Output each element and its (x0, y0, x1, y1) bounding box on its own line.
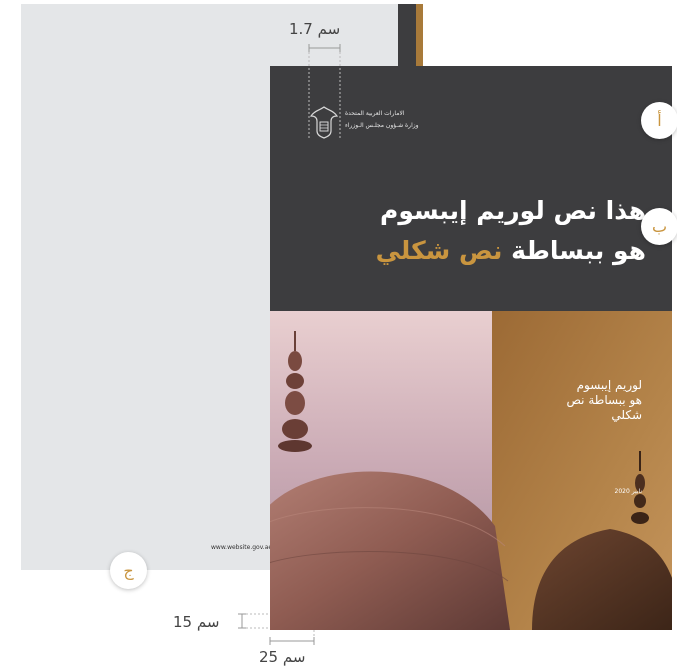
uae-emblem-icon (309, 106, 339, 139)
marker-c: ج (110, 552, 147, 589)
front-cover: الامارات العربية المتحدة وزارة شـؤون مجل… (270, 66, 672, 630)
measurement-top-label: 1.7 سم (289, 20, 341, 38)
panel-line-2: هو ببساطة نص (566, 393, 642, 407)
ministry-name-line-2: وزارة شـؤون مجلـس الـوزراء (345, 122, 419, 129)
back-gold-strip (416, 4, 423, 70)
marker-b-label: ب (651, 217, 668, 236)
mosque-dome-photo (270, 311, 672, 630)
marker-a: أ (641, 102, 677, 139)
headline-line-2-white: هو ببساطة (502, 236, 646, 265)
panel-line-3: شكلي (611, 408, 642, 422)
marker-c-label: ج (123, 561, 134, 580)
headline-line-1: هذا نص لوريم إيبسوم (380, 196, 646, 225)
back-website: www.website.gov.ae (211, 544, 273, 551)
marker-b: ب (641, 208, 677, 245)
measurement-left-label: 15 سم (173, 613, 220, 631)
back-spine (398, 4, 417, 70)
ministry-name-line-1: الامارات العربية المتحدة (345, 110, 405, 117)
headline-line-2-gold: نص شكلي (375, 236, 503, 265)
measurement-bottom-label: 25 سم (259, 648, 306, 666)
panel-line-1: لوريم إيبسوم (576, 378, 642, 392)
headline-line-2: هو ببساطة نص شكلي (376, 236, 646, 265)
panel-date: نابير 2020 (614, 488, 642, 495)
marker-a-label: أ (657, 111, 662, 130)
